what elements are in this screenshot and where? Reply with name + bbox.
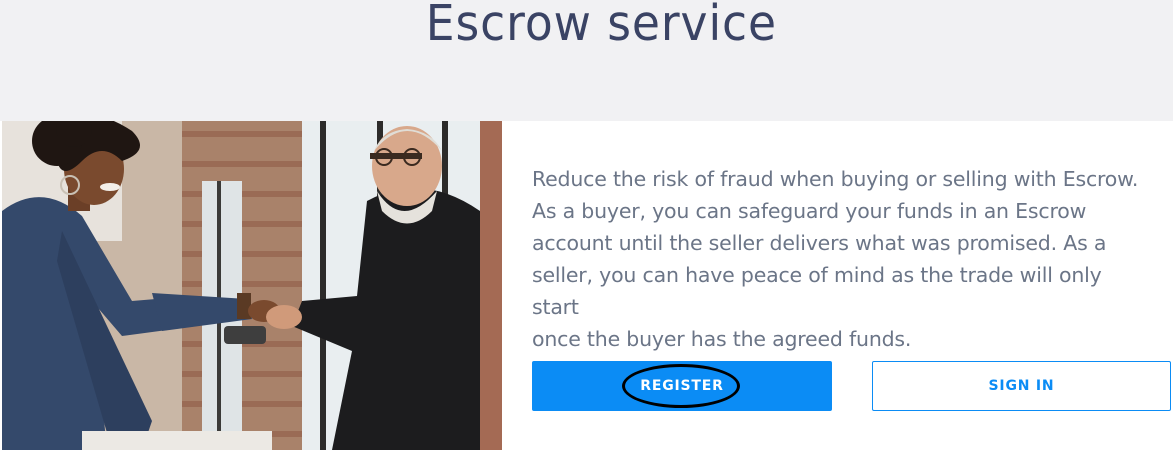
description-line: seller, you can have peace of mind as th… xyxy=(532,263,1102,319)
escrow-description: Reduce the risk of fraud when buying or … xyxy=(532,163,1152,355)
description-line: Reduce the risk of fraud when buying or … xyxy=(532,167,1139,191)
sign-in-button[interactable]: SIGN IN xyxy=(872,361,1171,411)
description-line: once the buyer has the agreed funds. xyxy=(532,327,912,351)
page-title: Escrow service xyxy=(425,0,778,52)
escrow-page: Escrow service Reduce the risk of fraud … xyxy=(0,0,1173,450)
description-line: account until the seller delivers what w… xyxy=(532,231,1107,255)
handshake-photo xyxy=(2,121,502,450)
register-button[interactable]: REGISTER xyxy=(532,361,832,411)
description-line: As a buyer, you can safeguard your funds… xyxy=(532,199,1087,223)
